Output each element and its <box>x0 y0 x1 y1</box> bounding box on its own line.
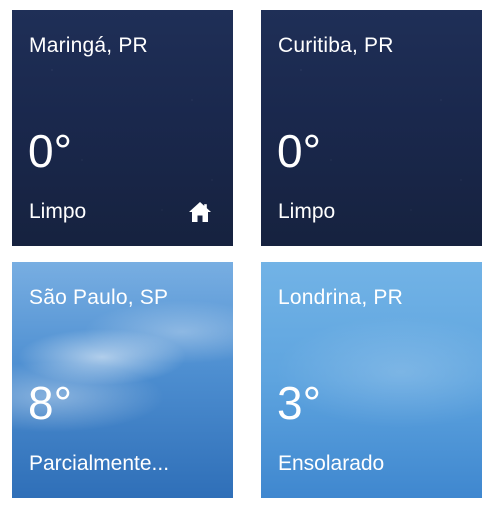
tile-condition: Limpo <box>278 200 336 223</box>
tile-city-name: São Paulo, SP <box>29 286 169 309</box>
tile-city-name: Maringá, PR <box>29 34 148 57</box>
weather-tile-curitiba[interactable]: Curitiba, PR 0° Limpo <box>261 10 482 246</box>
tile-temperature: 3° <box>277 377 321 429</box>
tile-city-name: Curitiba, PR <box>278 34 394 57</box>
weather-tile-sao-paulo[interactable]: São Paulo, SP 8° Parcialmente... <box>12 262 233 498</box>
tile-condition: Parcialmente... <box>29 452 170 475</box>
weather-tile-londrina[interactable]: Londrina, PR 3° Ensolarado <box>261 262 482 498</box>
tile-temperature: 0° <box>28 125 72 177</box>
tile-city-name: Londrina, PR <box>278 286 403 309</box>
home-icon <box>189 202 211 222</box>
tile-temperature: 8° <box>28 377 72 429</box>
tile-condition: Limpo <box>29 200 87 223</box>
weather-tiles-grid: Maringá, PR 0° Limpo Curitiba, PR 0° Lim… <box>0 0 496 512</box>
tile-temperature: 0° <box>277 125 321 177</box>
tile-condition: Ensolarado <box>278 452 385 475</box>
weather-tile-maringa[interactable]: Maringá, PR 0° Limpo <box>12 10 233 246</box>
